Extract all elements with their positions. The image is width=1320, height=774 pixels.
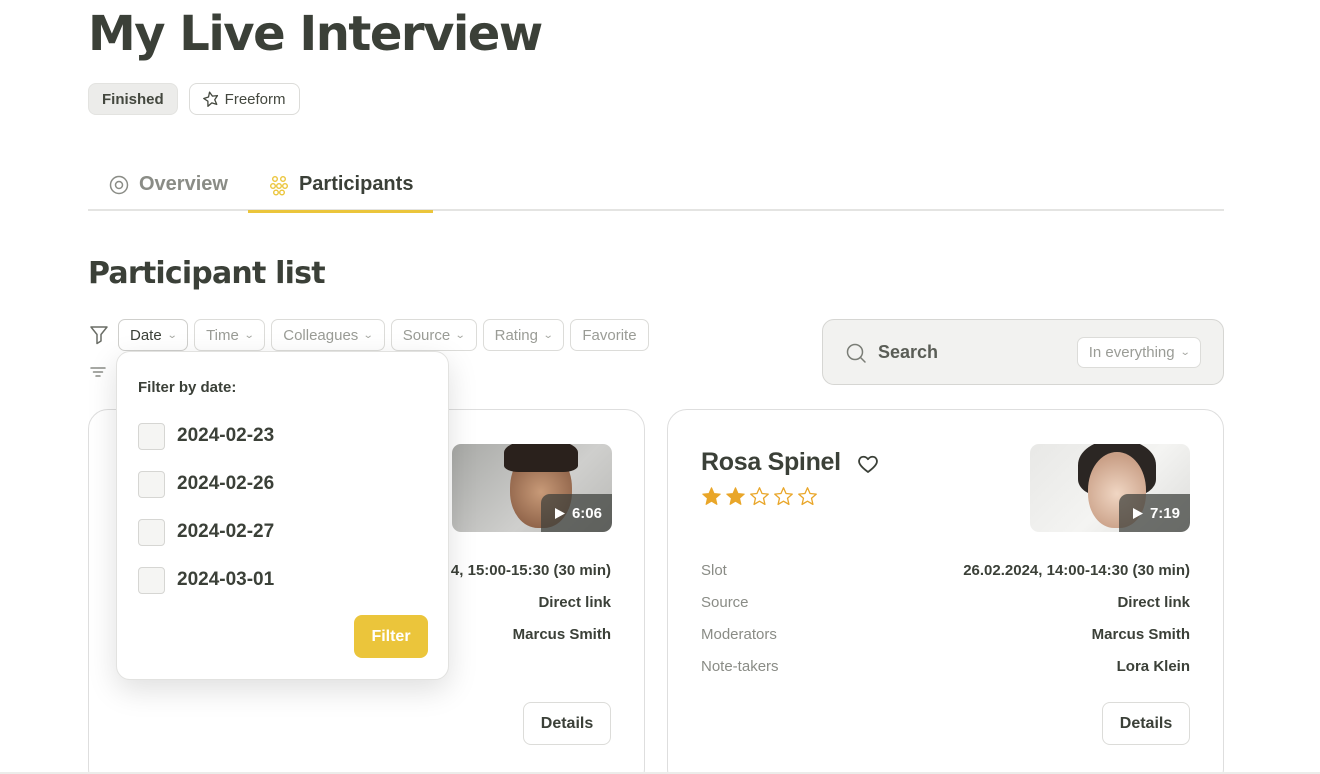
filter-chip-date[interactable]: Date ⌄ <box>118 319 189 351</box>
freeform-icon <box>202 91 218 107</box>
date-checkbox[interactable] <box>138 470 165 498</box>
chevron-down-icon: ⌄ <box>243 329 255 341</box>
star-empty-icon[interactable] <box>797 486 818 507</box>
chevron-down-icon: ⌄ <box>454 329 466 341</box>
type-badge-label: Freeform <box>224 90 286 108</box>
date-option-label: 2024-02-27 <box>177 521 275 542</box>
dropdown-title: Filter by date: <box>138 379 237 396</box>
participants-icon <box>269 175 288 196</box>
moderators-label: Moderators <box>701 626 777 643</box>
tab-overview-label: Overview <box>139 173 228 195</box>
star-filled-icon[interactable] <box>701 486 722 507</box>
eye-icon <box>109 175 129 194</box>
apply-filter-button[interactable]: Filter <box>354 615 428 658</box>
details-button[interactable]: Details <box>523 702 611 745</box>
filter-chip-label: Rating <box>494 326 538 344</box>
date-option-label: 2024-02-26 <box>177 473 275 494</box>
moderators-value: Marcus Smith <box>1091 626 1190 643</box>
source-value: Direct link <box>1117 594 1190 611</box>
filter-chip-rating[interactable]: Rating ⌄ <box>482 319 565 351</box>
tab-participants-label: Participants <box>298 173 414 195</box>
notetakers-row: Note-takers Lora Klein <box>668 658 1223 678</box>
tab-bar: Overview Participants <box>88 158 1224 213</box>
video-thumbnail[interactable]: 6:06 <box>452 444 612 532</box>
notetakers-value: Lora Klein <box>1116 658 1190 675</box>
type-badge: Freeform <box>188 83 300 115</box>
filter-bar: Date ⌄ Time ⌄ Colleagues ⌄ Source ⌄ Rating ⌄ … <box>88 319 649 351</box>
date-checkbox[interactable] <box>138 422 165 450</box>
chevron-down-icon: ⌄ <box>166 329 178 341</box>
sort-icon[interactable] <box>89 364 107 380</box>
date-filter-dropdown: Filter by date: 2024-02-23 2024-02-26 20… <box>116 351 449 680</box>
participant-name: Rosa Spinel <box>701 448 841 476</box>
play-icon <box>1132 507 1143 519</box>
chevron-down-icon: ⌄ <box>363 329 374 341</box>
duration-label: 7:19 <box>1149 504 1180 522</box>
date-option[interactable]: 2024-02-27 <box>138 518 274 546</box>
slot-value: 26.02.2024, 14:00-14:30 (30 min) <box>963 562 1190 579</box>
date-option-label: 2024-02-23 <box>177 425 275 446</box>
chevron-down-icon: ⌄ <box>542 329 554 341</box>
page-title: My Live Interview <box>88 6 543 62</box>
slot-value: 4, 15:00-15:30 (30 min) <box>450 562 611 579</box>
play-icon <box>554 507 565 519</box>
filter-chip-label: Source <box>402 326 451 344</box>
filter-chip-colleagues[interactable]: Colleagues ⌄ <box>271 319 385 351</box>
slot-label: Slot <box>701 562 727 579</box>
tab-participants[interactable]: Participants <box>247 158 434 213</box>
search-box[interactable]: Search In everything ⌄ <box>822 319 1224 385</box>
search-icon <box>846 343 866 363</box>
filter-chip-source[interactable]: Source ⌄ <box>390 319 477 351</box>
status-badge: Finished <box>88 83 178 115</box>
funnel-icon[interactable] <box>88 324 110 346</box>
source-value: Direct link <box>538 594 611 611</box>
date-option-label: 2024-03-01 <box>177 569 275 590</box>
video-thumbnail[interactable]: 7:19 <box>1030 444 1190 532</box>
participant-hair <box>504 444 578 472</box>
date-option[interactable]: 2024-03-01 <box>138 566 274 594</box>
star-filled-icon[interactable] <box>725 486 746 507</box>
interview-badges: Finished Freeform <box>88 83 300 115</box>
rating-stars[interactable] <box>701 486 818 507</box>
search-scope-select[interactable]: In everything ⌄ <box>1076 337 1201 368</box>
search-scope-label: In everything <box>1088 344 1175 361</box>
video-duration[interactable]: 6:06 <box>540 494 612 532</box>
date-options: 2024-02-23 2024-02-26 2024-02-27 2024-03… <box>138 422 274 614</box>
moderators-value: Marcus Smith <box>512 626 611 643</box>
details-button[interactable]: Details <box>1102 702 1190 745</box>
star-empty-icon[interactable] <box>749 486 770 507</box>
filter-chip-favorite[interactable]: Favorite <box>570 319 649 351</box>
slot-row: Slot 26.02.2024, 14:00-14:30 (30 min) <box>668 562 1223 582</box>
moderators-row: Moderators Marcus Smith <box>668 626 1223 646</box>
star-empty-icon[interactable] <box>773 486 794 507</box>
filter-chip-label: Favorite <box>582 326 637 344</box>
duration-label: 6:06 <box>571 504 602 522</box>
notetakers-label: Note-takers <box>701 658 779 675</box>
participant-card[interactable]: Rosa Spinel 7:19 Slot 26.02.2024, 14:00-… <box>667 409 1224 774</box>
filter-chip-time[interactable]: Time ⌄ <box>194 319 266 351</box>
source-row: Source Direct link <box>668 594 1223 614</box>
chevron-down-icon: ⌄ <box>1179 347 1191 358</box>
filter-chip-label: Date <box>130 326 162 344</box>
section-title: Participant list <box>88 256 326 291</box>
date-checkbox[interactable] <box>138 518 165 546</box>
heart-icon[interactable] <box>857 454 879 474</box>
date-option[interactable]: 2024-02-23 <box>138 422 274 450</box>
video-duration[interactable]: 7:19 <box>1118 494 1190 532</box>
filter-chip-label: Colleagues <box>283 326 359 344</box>
search-input[interactable]: Search <box>878 342 938 363</box>
filter-chip-label: Time <box>206 326 239 344</box>
date-option[interactable]: 2024-02-26 <box>138 470 274 498</box>
tab-overview[interactable]: Overview <box>88 158 248 211</box>
date-checkbox[interactable] <box>138 566 165 594</box>
source-label: Source <box>701 594 749 611</box>
